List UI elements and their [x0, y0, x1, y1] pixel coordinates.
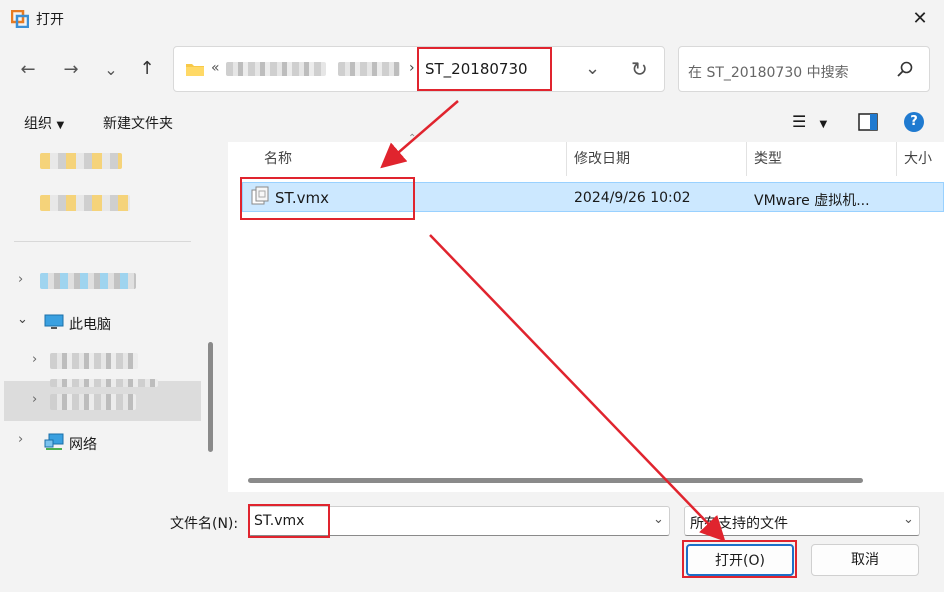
divider	[14, 241, 191, 242]
address-dropdown-icon[interactable]: ⌄	[585, 58, 600, 79]
organize-menu[interactable]: 组织 ▼	[24, 113, 64, 133]
chevron-right-icon[interactable]: ›	[18, 272, 23, 287]
window-title: 打开	[36, 12, 64, 28]
sort-chevron-icon: ⌃	[408, 133, 417, 144]
column-header-type[interactable]: 类型	[754, 148, 782, 168]
column-separator[interactable]	[746, 142, 747, 176]
chevron-right-icon[interactable]: ›	[18, 432, 23, 447]
annotation-box-open	[682, 540, 797, 578]
quick-access-item[interactable]	[40, 195, 130, 211]
network-icon	[44, 433, 64, 450]
annotation-box-filename	[248, 504, 330, 538]
nav-item-hidden[interactable]	[50, 353, 138, 369]
chevron-right-icon[interactable]: ›	[32, 352, 37, 367]
search-input[interactable]: 在 ST_20180730 中搜索	[688, 62, 849, 82]
sidebar-item-network[interactable]: 网络	[69, 434, 97, 454]
sidebar-scrollbar[interactable]	[208, 342, 213, 452]
breadcrumb-hidden-path	[226, 62, 326, 76]
help-icon[interactable]: ?	[904, 112, 924, 132]
horizontal-scrollbar[interactable]	[248, 478, 863, 483]
column-separator[interactable]	[566, 142, 567, 176]
list-view-icon: ☰	[792, 112, 807, 131]
breadcrumb-hidden-path	[338, 62, 400, 76]
computer-icon	[44, 314, 64, 329]
chevron-down-icon[interactable]: ⌄	[17, 312, 28, 327]
caret-down-icon: ▼	[819, 119, 828, 130]
column-header-size[interactable]: 大小	[904, 148, 932, 168]
folder-icon	[186, 64, 204, 76]
preview-pane-icon[interactable]	[858, 113, 878, 131]
sidebar-item-this-pc[interactable]: 此电脑	[69, 314, 111, 334]
annotation-box-folder	[417, 47, 552, 91]
close-icon[interactable]: ✕	[905, 5, 935, 33]
caret-down-icon: ▼	[56, 120, 65, 131]
refresh-icon[interactable]: ↻	[631, 57, 648, 81]
forward-arrow-icon[interactable]: →	[57, 56, 85, 84]
filename-label: 文件名(N):	[170, 516, 239, 532]
breadcrumb-separator: ›	[409, 60, 415, 76]
view-options-button[interactable]: ☰ ▼	[792, 112, 827, 131]
organize-label: 组织	[24, 116, 52, 132]
vmware-app-icon	[11, 10, 29, 28]
cancel-button[interactable]: 取消	[811, 544, 919, 576]
annotation-box-file	[240, 177, 415, 220]
chevron-down-icon[interactable]: ⌄	[903, 512, 914, 527]
new-folder-button[interactable]: 新建文件夹	[103, 113, 173, 133]
search-icon[interactable]	[897, 61, 913, 77]
nav-item-hidden[interactable]	[40, 273, 136, 289]
column-header-modified[interactable]: 修改日期	[574, 148, 630, 168]
quick-access-item[interactable]	[40, 153, 122, 169]
up-arrow-icon[interactable]: ↑	[133, 55, 161, 83]
nav-item-hidden[interactable]	[50, 394, 136, 410]
column-separator[interactable]	[896, 142, 897, 176]
filetype-value: 所有支持的文件	[690, 516, 788, 532]
back-arrow-icon[interactable]: ←	[14, 56, 42, 84]
nav-item-hidden	[50, 379, 158, 387]
chevron-down-icon[interactable]: ⌄	[653, 512, 664, 527]
breadcrumb-overflow[interactable]: «	[211, 60, 220, 76]
recent-dropdown-icon[interactable]: ⌄	[97, 56, 125, 84]
file-type: VMware 虚拟机...	[754, 193, 870, 209]
file-modified: 2024/9/26 10:02	[574, 190, 691, 206]
column-header-name[interactable]: 名称	[264, 148, 292, 168]
chevron-right-icon[interactable]: ›	[32, 392, 37, 407]
title-bar	[0, 0, 944, 38]
